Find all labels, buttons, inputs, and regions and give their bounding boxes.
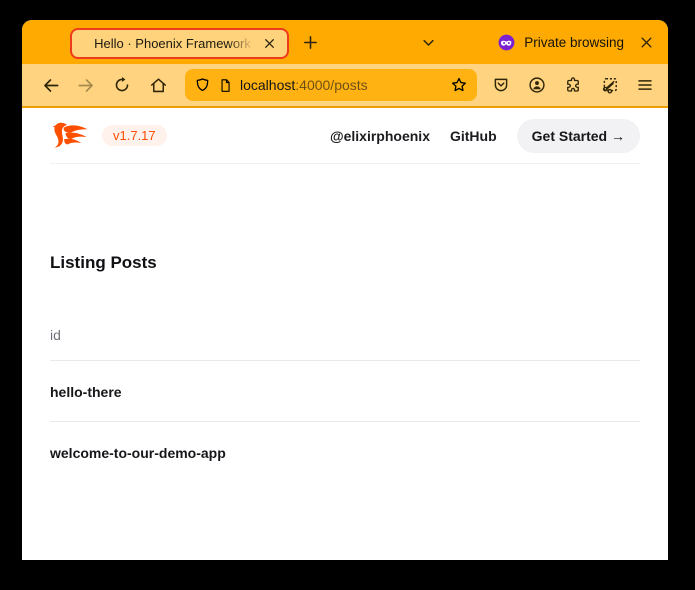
new-tab-button[interactable] bbox=[296, 28, 324, 56]
link-github[interactable]: GitHub bbox=[450, 128, 497, 144]
forward-button[interactable] bbox=[72, 71, 100, 99]
address-bar[interactable]: localhost:4000/posts bbox=[185, 69, 477, 101]
phoenix-logo-icon[interactable] bbox=[50, 120, 90, 151]
screenshot-icon[interactable] bbox=[595, 71, 623, 99]
account-icon[interactable] bbox=[523, 71, 551, 99]
page-content: v1.7.17 @elixirphoenix GitHub Get Starte… bbox=[22, 108, 668, 558]
page-title: Listing Posts bbox=[50, 164, 640, 273]
window-close-button[interactable] bbox=[632, 28, 660, 56]
tab-strip: Hello · Phoenix Framework Private browsi… bbox=[22, 20, 668, 64]
get-started-button[interactable]: Get Started → bbox=[517, 119, 640, 153]
table-column-header-id: id bbox=[50, 327, 640, 361]
tab-title: Hello · Phoenix Framework bbox=[86, 36, 259, 51]
table-row[interactable]: welcome-to-our-demo-app bbox=[50, 422, 640, 482]
bookmark-star-icon[interactable] bbox=[450, 76, 468, 94]
private-browsing-indicator: Private browsing bbox=[497, 20, 624, 64]
menu-hamburger-icon[interactable] bbox=[631, 71, 659, 99]
header-nav: @elixirphoenix GitHub Get Started → bbox=[330, 119, 640, 153]
version-badge: v1.7.17 bbox=[102, 125, 167, 146]
navigation-toolbar: localhost:4000/posts bbox=[22, 64, 668, 108]
home-button[interactable] bbox=[144, 71, 172, 99]
post-id-cell[interactable]: welcome-to-our-demo-app bbox=[50, 445, 226, 461]
reload-button[interactable] bbox=[108, 71, 136, 99]
brand[interactable]: v1.7.17 bbox=[50, 120, 167, 151]
url-path: :4000/posts bbox=[295, 77, 367, 93]
main-area: Listing Posts id hello-there welcome-to-… bbox=[50, 164, 640, 482]
table-row[interactable]: hello-there bbox=[50, 361, 640, 422]
url-host: localhost bbox=[240, 77, 295, 93]
pocket-icon[interactable] bbox=[487, 71, 515, 99]
list-all-tabs-button[interactable] bbox=[414, 28, 442, 56]
post-id-cell[interactable]: hello-there bbox=[50, 384, 122, 400]
tab-close-icon[interactable] bbox=[259, 34, 279, 54]
page-info-icon[interactable] bbox=[218, 78, 233, 93]
back-button[interactable] bbox=[36, 71, 64, 99]
tracking-shield-icon[interactable] bbox=[194, 77, 211, 94]
toolbar-right-icons bbox=[487, 71, 659, 99]
url-text[interactable]: localhost:4000/posts bbox=[240, 77, 443, 93]
site-header: v1.7.17 @elixirphoenix GitHub Get Starte… bbox=[50, 108, 640, 164]
link-elixirphoenix[interactable]: @elixirphoenix bbox=[330, 128, 430, 144]
private-mask-icon bbox=[497, 33, 516, 52]
tab-hello-phoenix[interactable]: Hello · Phoenix Framework bbox=[70, 28, 289, 59]
extensions-puzzle-icon[interactable] bbox=[559, 71, 587, 99]
private-browsing-label: Private browsing bbox=[524, 35, 624, 50]
browser-window: Hello · Phoenix Framework Private browsi… bbox=[22, 20, 668, 560]
